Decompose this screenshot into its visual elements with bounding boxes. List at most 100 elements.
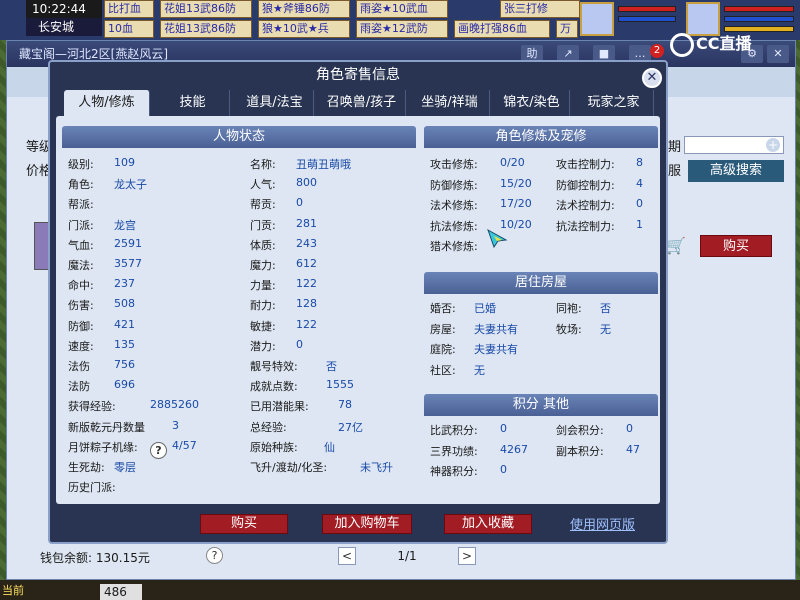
field-value: 135 — [114, 337, 135, 351]
character-status-heading: 人物状态 — [62, 126, 416, 148]
player-hp-bar — [724, 6, 794, 12]
ticker-item[interactable]: 比打血 — [104, 0, 154, 18]
field-label: 猎术修炼: — [430, 240, 478, 253]
field-value: 无 — [474, 363, 485, 377]
field-value: 281 — [296, 216, 317, 230]
pet-mp-bar — [618, 16, 676, 22]
field-label: 门派: — [68, 218, 94, 232]
field-value: 龙太子 — [114, 178, 147, 192]
ticker-item[interactable]: 狼★斧锤86防 — [258, 0, 350, 18]
field-label: 同袍: — [556, 302, 582, 315]
field-value: 756 — [114, 358, 135, 371]
field-label: 比武积分: — [430, 424, 478, 437]
field-value: 龙宫 — [114, 218, 136, 232]
ticker-item[interactable]: 画晚打强86血 — [454, 20, 550, 38]
tab-skills[interactable]: 技能 — [156, 90, 230, 116]
field-value: 8 — [636, 156, 643, 169]
field-label: 房屋: — [430, 322, 456, 336]
tab-character[interactable]: 人物/修炼 — [64, 90, 150, 116]
field-value: 1 — [636, 217, 643, 231]
wallet-help-icon[interactable]: ? — [206, 547, 223, 564]
ticker-item[interactable]: 张三打修 — [500, 0, 580, 18]
pet-avatar[interactable] — [580, 2, 614, 36]
pet-hp-bar — [618, 6, 676, 12]
prev-page-button[interactable]: < — [338, 547, 356, 565]
field-value: 15/20 — [500, 176, 532, 190]
advanced-search-button[interactable]: 高级搜索 — [688, 160, 784, 182]
use-web-version-link[interactable]: 使用网页版 — [570, 514, 635, 533]
field-value: 2885260 — [150, 398, 199, 412]
cart-icon[interactable]: 🛒 — [666, 236, 688, 256]
field-value: 421 — [114, 317, 135, 331]
field-label: 体质: — [250, 238, 276, 252]
buy-button[interactable]: 购买 — [200, 514, 288, 534]
field-value: 否 — [600, 302, 611, 315]
field-label: 抗法修炼: — [430, 219, 478, 233]
dialog-body: 人物状态 级别: 109 名称: 丑萌丑萌哦 角色: 龙太子 人气: 800 帮派: 帮贡: 0 门派… — [56, 116, 660, 504]
ticker-item[interactable]: 10血 — [104, 20, 154, 38]
listing-buy-button[interactable]: 购买 — [700, 235, 772, 257]
points-heading: 积分 其他 — [424, 394, 658, 416]
field-label: 防御控制力: — [556, 178, 615, 192]
field-label: 神器积分: — [430, 465, 478, 478]
add-to-favorites-button[interactable]: 加入收藏 — [444, 514, 532, 534]
tab-items[interactable]: 道具/法宝 — [236, 90, 314, 116]
add-to-cart-button[interactable]: 加入购物车 — [322, 514, 412, 534]
field-value: 否 — [326, 360, 337, 373]
field-value: 696 — [114, 378, 135, 392]
page-indicator: 1/1 — [368, 547, 446, 565]
field-label: 防御修炼: — [430, 178, 478, 192]
ticker-item[interactable]: 花姐13武86防 — [160, 20, 252, 38]
field-label: 总经验: — [250, 420, 287, 434]
ticker-item[interactable]: 雨姿★10武血 — [356, 0, 448, 18]
field-value: 237 — [114, 277, 135, 291]
field-value: 0/20 — [500, 156, 525, 169]
cursor-icon — [487, 228, 508, 248]
field-value: 0 — [636, 197, 643, 210]
field-value: 122 — [296, 277, 317, 291]
ticker-item[interactable]: 花姐13武86防 — [160, 0, 252, 18]
field-label: 角色: — [68, 178, 94, 192]
field-value: 0 — [626, 422, 633, 435]
field-value: 4267 — [500, 442, 528, 456]
tab-mounts[interactable]: 坐骑/祥瑞 — [410, 90, 490, 116]
channel-label[interactable]: 当前 — [2, 582, 24, 598]
help-icon[interactable]: ? — [150, 442, 167, 459]
dialog-title: 角色寄售信息 — [316, 67, 400, 83]
field-label: 抗法控制力: — [556, 219, 615, 233]
close-icon[interactable]: ✕ — [642, 68, 662, 88]
tab-costumes[interactable]: 锦衣/染色 — [494, 90, 570, 116]
ticker-item[interactable]: 狼★10武★兵 — [258, 20, 350, 38]
field-label: 副本积分: — [556, 444, 604, 458]
field-label: 社区: — [430, 363, 456, 377]
game-clock: 10:22:44 — [26, 0, 102, 18]
field-value: 243 — [296, 236, 317, 250]
ticker-item[interactable]: 雨姿★12武防 — [356, 20, 448, 38]
ticker-item[interactable]: 万 — [556, 20, 578, 38]
field-value: 128 — [296, 297, 317, 311]
field-value: 夫妻共有 — [474, 343, 518, 356]
field-value: 800 — [296, 176, 317, 190]
field-label: 命中: — [68, 279, 94, 293]
field-label: 牧场: — [556, 322, 582, 336]
field-value: 78 — [338, 398, 352, 412]
field-label: 名称: — [250, 158, 276, 171]
field-value: 4 — [636, 176, 643, 190]
tab-pets[interactable]: 召唤兽/孩子 — [318, 90, 406, 116]
field-label: 婚否: — [430, 302, 456, 315]
field-value: 夫妻共有 — [474, 322, 518, 336]
tab-player-home[interactable]: 玩家之家 — [574, 90, 654, 116]
next-page-button[interactable]: > — [458, 547, 476, 565]
field-label: 法术修炼: — [430, 199, 478, 212]
field-value: 已婚 — [474, 302, 496, 315]
field-label: 魔法: — [68, 259, 94, 272]
field-label: 靓号特效: — [250, 360, 298, 373]
role-sale-dialog: 角色寄售信息 ✕ 人物/修炼 技能 道具/法宝 召唤兽/孩子 坐骑/祥瑞 锦衣/… — [48, 60, 668, 544]
field-value: 4/57 — [172, 438, 197, 452]
field-label: 法术控制力: — [556, 199, 615, 212]
field-value: 109 — [114, 156, 135, 169]
field-value: 2591 — [114, 236, 142, 250]
field-label: 力量: — [250, 279, 276, 293]
field-label: 剑会积分: — [556, 424, 604, 437]
add-icon[interactable]: + — [766, 138, 780, 152]
